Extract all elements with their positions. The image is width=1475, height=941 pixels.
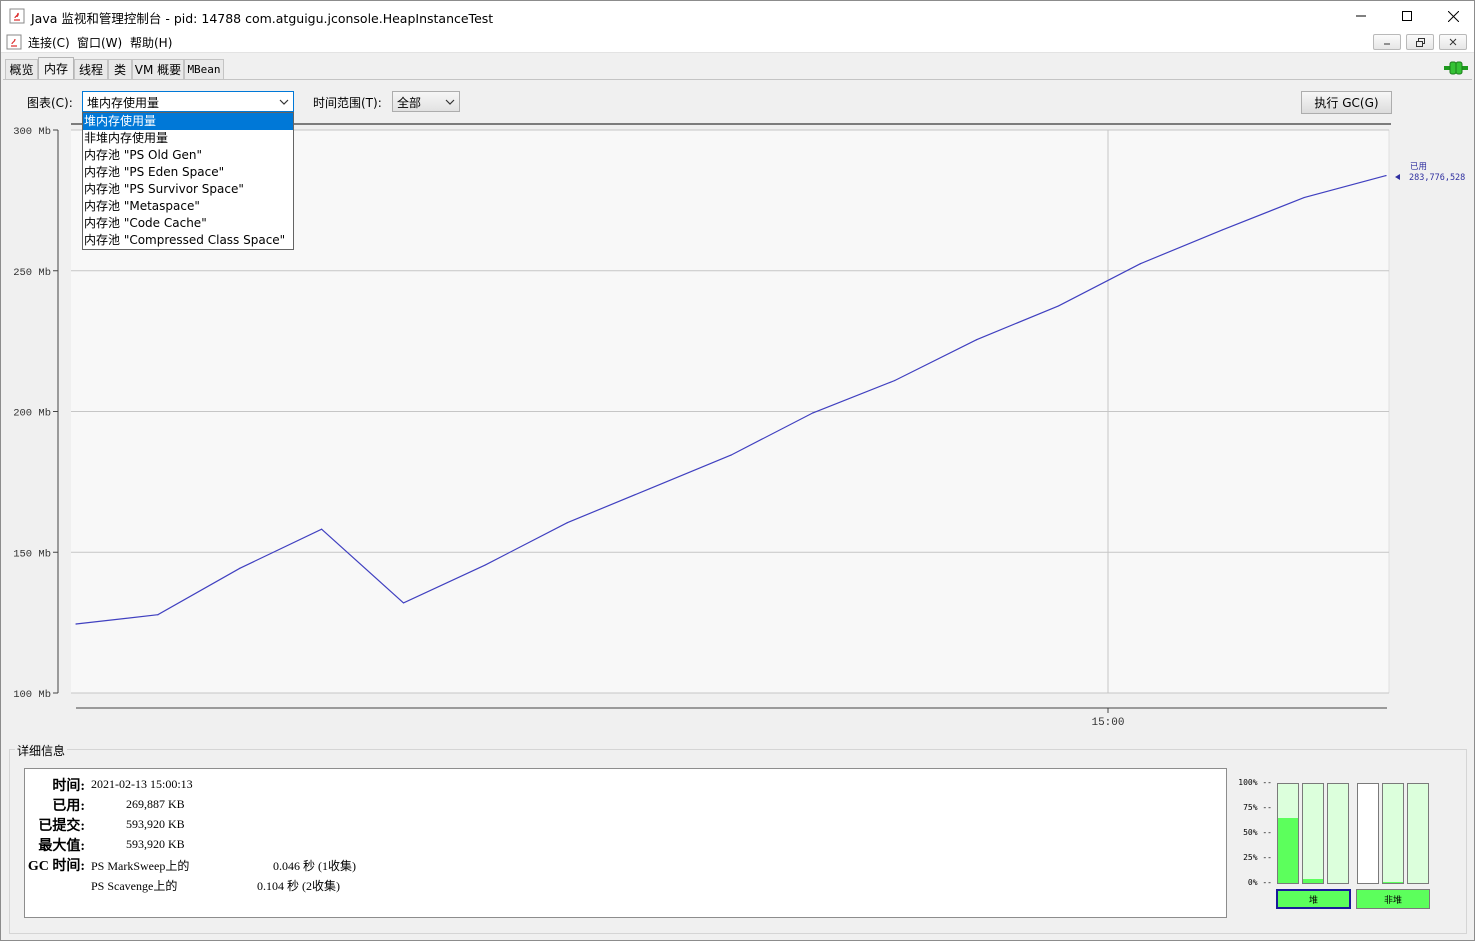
heap-gauge-bar[interactable] [1327,783,1349,884]
series-point [1221,229,1223,231]
y-tick-label: 100 Mb [13,689,51,701]
y-tick-label: 200 Mb [13,408,51,420]
y-tick-label: 150 Mb [13,548,51,560]
gauge-fill [1383,882,1403,883]
dropdown-item-heap[interactable]: 堆内存使用量 [83,113,293,130]
nonheap-gauge-bar[interactable] [1382,783,1404,884]
gauge-pct-75: 75% -- [1243,803,1272,812]
series-point [894,379,896,382]
nonheap-gauge-button[interactable]: 非堆 [1356,889,1430,909]
main-window: Java 监视和管理控制台 - pid: 14788 com.atguigu.j… [0,0,1475,941]
latest-value-marker [1395,174,1400,180]
dropdown-item-metaspace[interactable]: 内存池 "Metaspace" [83,198,293,215]
dropdown-item-ps-old-gen[interactable]: 内存池 "PS Old Gen" [83,147,293,164]
detail-gc-marksweep-time: 0.046 秒 (1收集) [273,859,356,873]
series-point [321,528,323,530]
dropdown-item-ps-eden-space[interactable]: 内存池 "PS Eden Space" [83,164,293,181]
nonheap-gauge-bar[interactable] [1357,783,1379,884]
detail-value-max: 593,920 KB [126,837,185,851]
series-point [484,564,486,566]
dropdown-item-ps-survivor-space[interactable]: 内存池 "PS Survivor Space" [83,181,293,198]
heap-gauge-bar[interactable] [1302,783,1324,884]
series-point [648,488,650,490]
detail-value-time: 2021-02-13 15:00:13 [91,777,193,791]
latest-series-label: 已用 [1410,162,1427,172]
series-point [1385,175,1387,177]
y-tick-label: 300 Mb [13,126,51,138]
detail-key-committed: 已提交: [38,819,85,834]
series-point [239,567,241,569]
details-title: 详细信息 [15,742,68,759]
series-point [1139,263,1141,265]
heap-gauge-bar[interactable] [1277,783,1299,884]
series-point [75,623,77,625]
details-panel [24,768,1227,918]
nonheap-gauge-bar[interactable] [1407,783,1429,884]
detail-gc-scavenge-time: 0.104 秒 (2收集) [257,879,340,893]
dropdown-item-nonheap[interactable]: 非堆内存使用量 [83,130,293,147]
detail-gc-collector-scavenge: PS Scavenge上的 [91,879,178,893]
heap-gauge-button[interactable]: 堆 [1276,889,1351,909]
gauge-pct-100: 100% -- [1238,778,1272,787]
gauge-pct-25: 25% -- [1243,853,1272,862]
detail-gc-collector-marksweep: PS MarkSweep上的 [91,859,190,873]
detail-key-max: 最大值: [38,839,85,854]
latest-series-value: 283,776,528 [1409,173,1465,183]
gauge-pct-50: 50% -- [1243,828,1272,837]
series-point [812,412,814,414]
detail-value-used: 269,887 KB [126,797,185,811]
series-point [976,339,978,341]
x-tick-label: 15:00 [1091,717,1124,729]
dropdown-item-code-cache[interactable]: 内存池 "Code Cache" [83,215,293,232]
chart-selector-dropdown: 堆内存使用量 非堆内存使用量 内存池 "PS Old Gen" 内存池 "PS … [82,112,294,250]
series-point [730,454,732,456]
dropdown-item-compressed-class-space[interactable]: 内存池 "Compressed Class Space" [83,232,293,249]
gauge-fill [1303,879,1323,883]
y-tick-label: 250 Mb [13,267,51,279]
series-point [1057,305,1060,307]
detail-key-time: 时间: [52,779,85,794]
series-point [402,602,405,604]
gauge-fill [1278,817,1298,883]
gauge-pct-0: 0% -- [1247,878,1272,887]
series-point [157,614,159,616]
series-point [566,522,568,524]
detail-key-gc-time: GC 时间: [27,859,85,874]
series-point [1303,196,1305,199]
detail-value-committed: 593,920 KB [126,817,185,831]
detail-key-used: 已用: [52,799,85,814]
